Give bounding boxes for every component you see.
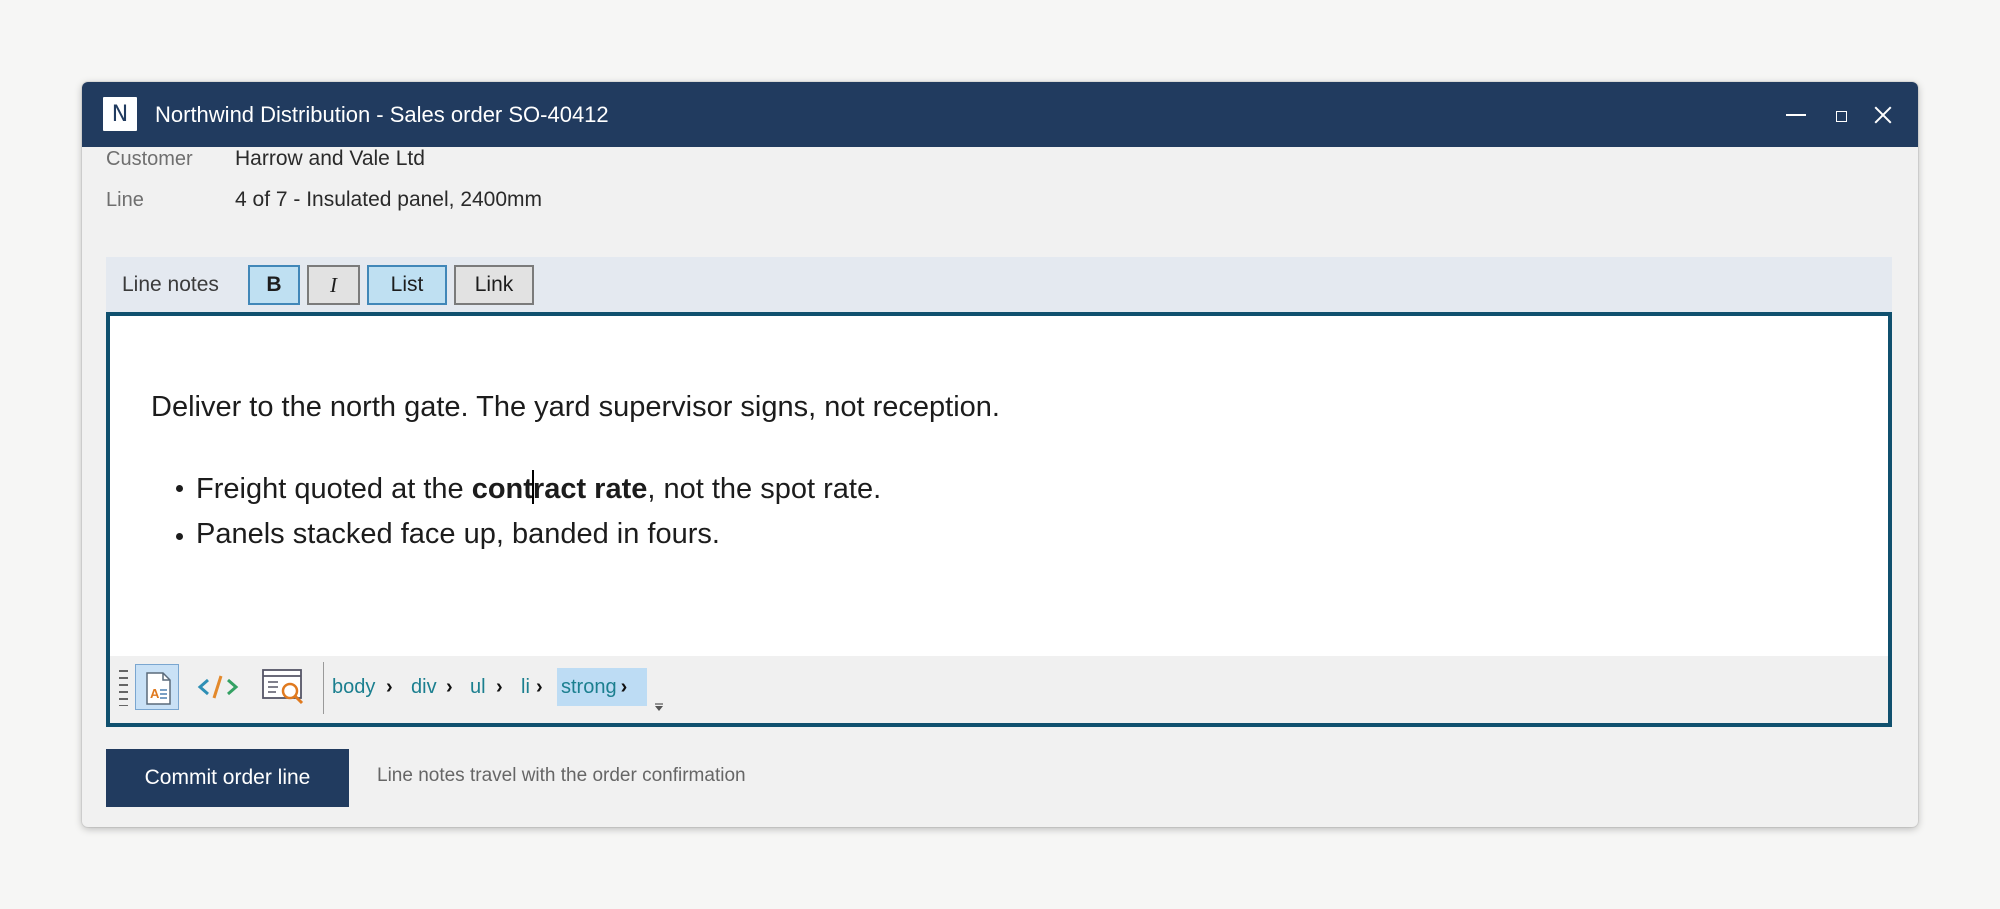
- breadcrumb-div[interactable]: div: [411, 668, 437, 706]
- breadcrumb-strong[interactable]: strong ›: [557, 668, 647, 706]
- bullet-icon: [176, 485, 183, 492]
- minimize-button[interactable]: [1782, 100, 1812, 130]
- list-item-text: Freight quoted at the: [196, 473, 472, 505]
- bold-button[interactable]: B: [248, 265, 300, 305]
- list-item-text: , not the spot rate.: [647, 473, 882, 505]
- maximize-button[interactable]: [1826, 100, 1856, 130]
- commit-order-line-button[interactable]: Commit order line: [106, 749, 349, 807]
- list-item-text: Panels stacked face up, banded in fours.: [196, 518, 720, 550]
- preview-button[interactable]: [260, 664, 304, 710]
- chevron-right-icon: ›: [620, 676, 628, 698]
- footer-hint: Line notes travel with the order confirm…: [377, 765, 746, 786]
- rich-text-editor[interactable]: Deliver to the north gate. The yard supe…: [106, 312, 1892, 727]
- bold-text: contract rate: [472, 470, 647, 505]
- line-value: 4 of 7 - Insulated panel, 2400mm: [235, 188, 543, 211]
- breadcrumb-ul[interactable]: ul: [470, 668, 486, 706]
- svg-text:A: A: [150, 686, 160, 701]
- bullet-icon: [176, 533, 183, 540]
- order-window: N Northwind Distribution - Sales order S…: [82, 82, 1918, 827]
- html-source-button[interactable]: [196, 664, 240, 710]
- line-label: Line: [106, 189, 144, 211]
- code-icon: [197, 675, 239, 699]
- close-button[interactable]: [1868, 100, 1898, 130]
- breadcrumb-li[interactable]: li: [521, 668, 530, 706]
- design-view-icon: A: [146, 672, 171, 705]
- notes-toolbar: Line notes B I List Link: [106, 257, 1892, 312]
- preview-icon: [262, 669, 304, 705]
- customer-label: Customer: [106, 148, 193, 170]
- design-view-button[interactable]: A: [135, 664, 179, 710]
- chevron-right-icon: ›: [536, 676, 543, 698]
- toolbar-separator: [323, 662, 324, 714]
- editor-content[interactable]: Deliver to the north gate. The yard supe…: [110, 316, 1888, 656]
- title-bar[interactable]: N Northwind Distribution - Sales order S…: [82, 82, 1918, 147]
- list-button[interactable]: List: [367, 265, 447, 305]
- breadcrumb-body[interactable]: body: [332, 668, 375, 706]
- customer-value: Harrow and Vale Ltd: [235, 147, 425, 170]
- notes-paragraph: Deliver to the north gate. The yard supe…: [151, 391, 1000, 423]
- link-button[interactable]: Link: [454, 265, 534, 305]
- window-title: Northwind Distribution - Sales order SO-…: [155, 102, 609, 127]
- italic-button[interactable]: I: [307, 265, 360, 305]
- chevron-right-icon: ›: [496, 676, 503, 698]
- line-notes-label: Line notes: [122, 273, 219, 296]
- grip-handle-icon[interactable]: [119, 670, 128, 706]
- chevron-right-icon: ›: [446, 676, 453, 698]
- app-logo-icon: N: [103, 97, 137, 131]
- chevron-right-icon: ›: [386, 676, 393, 698]
- overflow-arrow-icon[interactable]: [654, 702, 664, 712]
- editor-statusbar: A body › div › ul › li › strong ›: [110, 656, 1888, 723]
